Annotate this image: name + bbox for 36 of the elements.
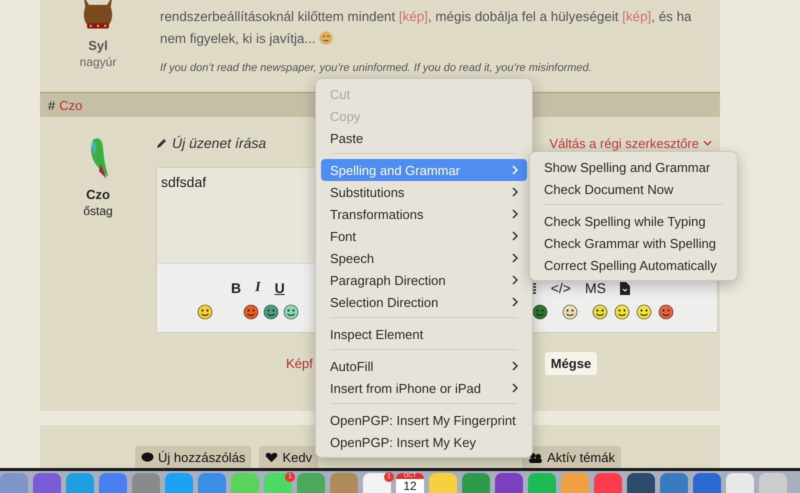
menu-item[interactable]: Check Document Now — [535, 178, 732, 200]
menu-item[interactable]: Substitutions — [321, 181, 527, 203]
menu-item[interactable]: Check Grammar with Spelling — [535, 232, 732, 254]
menu-item[interactable]: AutoFill — [321, 355, 527, 377]
editor-title: Új üzenet írása — [172, 135, 266, 151]
cancel-button[interactable]: Mégse — [544, 352, 598, 374]
format-button[interactable]: </> — [550, 280, 571, 296]
forum-button[interactable]: Aktív témák — [522, 446, 621, 468]
hash-label: # — [48, 98, 56, 112]
menu-item[interactable]: Inspect Element — [321, 323, 527, 345]
user-rank: nagyúr — [80, 55, 116, 69]
post-text: rendszerbeállításoknál kilőttem mindent [kép], mégis dobálja fel a hülyeségeit [kép], és ha nem figyelek, ki is javítja... — [160, 8, 692, 48]
calendar-day: 12 — [403, 479, 417, 493]
bold-button[interactable]: B — [231, 280, 242, 296]
menu-item[interactable]: Insert from iPhone or iPad — [321, 377, 527, 399]
switch-editor-link[interactable]: Váltás a régi szerkesztőre — [549, 136, 699, 150]
menu-item[interactable]: Paste — [321, 127, 527, 149]
forum-button[interactable]: Új hozzászólás — [135, 446, 252, 468]
user-name[interactable]: Syl — [88, 38, 108, 53]
user-name[interactable]: Czo — [86, 187, 110, 202]
underline-button[interactable]: U — [274, 280, 285, 296]
menu-item[interactable]: Font — [321, 225, 527, 247]
menu-item[interactable]: Selection Direction — [321, 291, 527, 313]
menu-item[interactable]: Transformations — [321, 203, 527, 225]
menu-item[interactable]: Paragraph Direction — [321, 269, 527, 291]
menu-item[interactable]: OpenPGP: Insert My Fingerprint — [321, 409, 527, 431]
image-upload-link[interactable]: Képf — [286, 356, 313, 370]
format-button[interactable]: MS — [584, 280, 606, 296]
forum-button[interactable]: Kedv — [259, 446, 318, 468]
signature-text: If you don’t read the newspaper, you’re uninformed. If you do read it, you’re misinformed. — [160, 62, 593, 74]
menu-item[interactable]: Speech — [321, 247, 527, 269]
menu-item[interactable]: Check Spelling while Typing — [535, 210, 732, 232]
italic-button[interactable]: I — [255, 280, 261, 296]
user-rank: őstag — [83, 204, 113, 218]
menu-item[interactable]: Show Spelling and Grammar — [535, 156, 732, 178]
menu-item[interactable]: Correct Spelling Automatically — [535, 254, 732, 276]
